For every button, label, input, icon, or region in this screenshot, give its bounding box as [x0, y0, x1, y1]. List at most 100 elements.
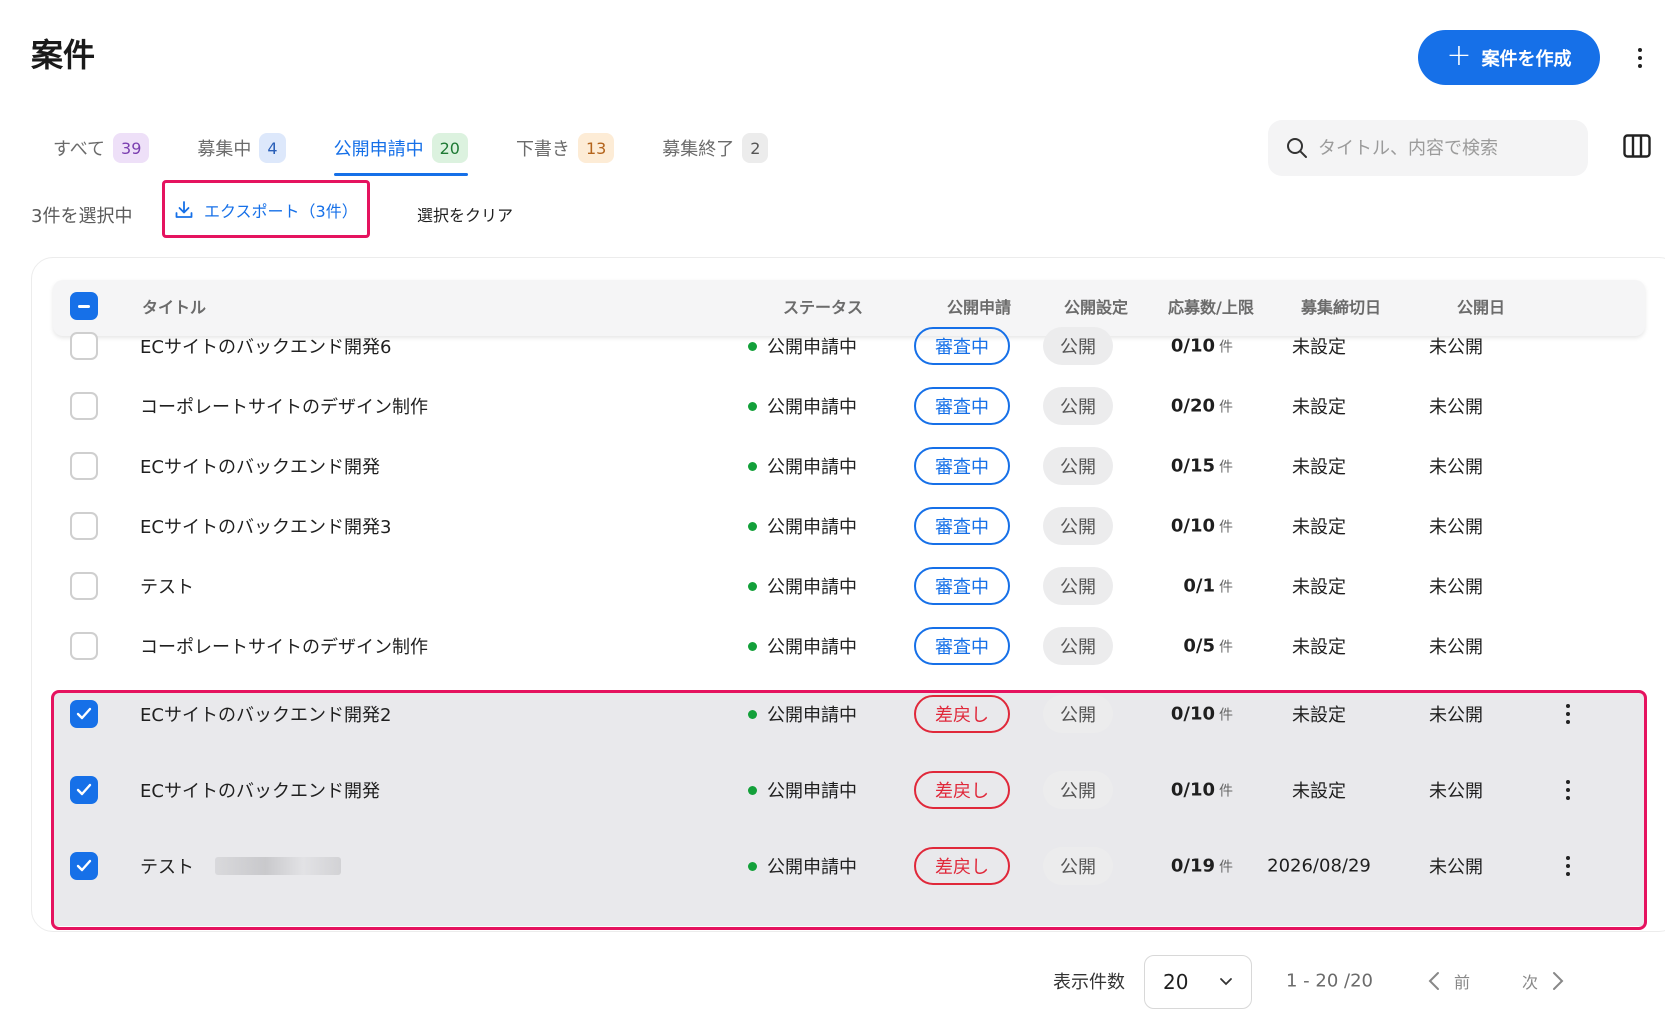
row-checkbox[interactable]	[70, 512, 98, 540]
row-status-label: 公開申請中	[767, 397, 857, 418]
status-dot-icon	[748, 581, 757, 591]
row-title[interactable]: ECサイトのバックエンド開発3	[140, 513, 391, 539]
header-publish-setting[interactable]: 公開設定	[1064, 294, 1128, 318]
plus-icon: +	[1446, 38, 1472, 73]
applications-unit: 件	[1219, 519, 1233, 536]
row-checkbox[interactable]	[70, 392, 98, 420]
export-label: エクスポート（3件）	[204, 202, 358, 221]
row-status: 公開申請中	[748, 573, 857, 599]
download-icon	[175, 201, 193, 218]
search-input[interactable]	[1318, 137, 1578, 159]
chevron-right-icon	[1553, 972, 1564, 990]
header-publish-date[interactable]: 公開日	[1457, 294, 1505, 318]
tab-label: すべて	[53, 139, 106, 160]
row-status: 公開申請中	[748, 513, 857, 539]
tab-count-badge: 2	[742, 133, 769, 163]
per-page-value: 20	[1163, 970, 1189, 994]
next-page-button[interactable]: 次	[1522, 969, 1564, 993]
applications-unit: 件	[1219, 459, 1233, 476]
search-box[interactable]	[1268, 120, 1588, 176]
prev-label: 前	[1454, 973, 1471, 992]
row-title[interactable]: ECサイトのバックエンド開発	[140, 453, 380, 479]
status-dot-icon	[748, 401, 757, 411]
row-publish-date: 未公開	[1429, 577, 1483, 598]
applications-unit: 件	[1219, 639, 1233, 656]
row-status: 公開申請中	[748, 453, 857, 479]
tab-label: 募集中	[197, 139, 252, 160]
publish-setting-badge: 公開	[1043, 447, 1113, 485]
row-checkbox[interactable]	[70, 632, 98, 660]
status-dot-icon	[748, 641, 757, 651]
selected-rows-highlight	[51, 690, 1647, 930]
row-publish-date: 未公開	[1429, 337, 1483, 358]
header-status[interactable]: ステータス	[783, 294, 863, 318]
page-range: 1 - 20 /20	[1286, 970, 1373, 992]
prev-page-button[interactable]: 前	[1428, 969, 1470, 993]
row-checkbox[interactable]	[70, 332, 98, 360]
header-title[interactable]: タイトル	[142, 294, 206, 318]
applications-value: 0/15	[1170, 455, 1215, 477]
applications-unit: 件	[1219, 579, 1233, 596]
tab-label: 下書き	[515, 139, 570, 160]
export-button[interactable]: エクスポート（3件）	[174, 198, 358, 222]
page-title: 案件	[31, 36, 96, 74]
create-project-button[interactable]: + 案件を作成	[1418, 30, 1600, 85]
row-applications: 0/1 件	[1183, 576, 1233, 597]
row-status: 公開申請中	[748, 633, 857, 659]
row-publish-date: 未公開	[1429, 457, 1483, 478]
row-status-label: 公開申請中	[767, 577, 857, 598]
tab-2[interactable]: 公開申請中 20	[333, 128, 469, 176]
per-page-select[interactable]: 20	[1144, 955, 1252, 1009]
row-status-label: 公開申請中	[767, 457, 857, 478]
applications-value: 0/10	[1170, 335, 1215, 357]
request-badge: 審査中	[914, 627, 1010, 665]
tab-0[interactable]: すべて 39	[53, 128, 150, 168]
header-deadline[interactable]: 募集締切日	[1301, 294, 1381, 318]
select-all-checkbox[interactable]	[70, 292, 98, 320]
row-applications: 0/20 件	[1171, 396, 1233, 417]
status-tabs: すべて 39 募集中 4 公開申請中 20 下書き 13 募集終了 2	[53, 128, 769, 176]
row-deadline: 未設定	[1292, 517, 1346, 538]
chevron-left-icon	[1428, 972, 1439, 990]
tab-label: 公開申請中	[333, 139, 424, 160]
columns-icon[interactable]	[1623, 134, 1651, 158]
row-deadline: 未設定	[1292, 577, 1346, 598]
row-checkbox[interactable]	[70, 452, 98, 480]
next-label: 次	[1522, 973, 1539, 992]
publish-setting-badge: 公開	[1043, 507, 1113, 545]
header-applications[interactable]: 応募数/上限	[1168, 294, 1254, 318]
applications-value: 0/5	[1183, 635, 1215, 657]
applications-value: 0/20	[1170, 395, 1215, 417]
status-dot-icon	[748, 461, 757, 471]
row-title[interactable]: コーポレートサイトのデザイン制作	[140, 393, 428, 419]
row-applications: 0/15 件	[1171, 456, 1233, 477]
row-applications: 0/5 件	[1183, 636, 1233, 657]
tab-3[interactable]: 下書き 13	[515, 128, 615, 168]
request-badge: 審査中	[914, 447, 1010, 485]
row-publish-date: 未公開	[1429, 397, 1483, 418]
applications-value: 0/10	[1170, 515, 1215, 537]
more-options-icon[interactable]	[1627, 44, 1653, 72]
tab-1[interactable]: 募集中 4	[197, 128, 286, 168]
request-badge: 審査中	[914, 507, 1010, 545]
row-title[interactable]: テスト	[140, 573, 194, 599]
row-applications: 0/10 件	[1171, 516, 1233, 537]
row-status: 公開申請中	[748, 393, 857, 419]
clear-selection-button[interactable]: 選択をクリア	[417, 202, 513, 226]
row-title[interactable]: コーポレートサイトのデザイン制作	[140, 633, 428, 659]
search-icon	[1287, 138, 1307, 158]
publish-setting-badge: 公開	[1043, 627, 1113, 665]
row-title[interactable]: ECサイトのバックエンド開発6	[140, 333, 391, 359]
status-dot-icon	[748, 341, 757, 351]
applications-unit: 件	[1219, 399, 1233, 416]
header-publish-request[interactable]: 公開申請	[947, 294, 1011, 318]
applications-unit: 件	[1219, 339, 1233, 356]
row-publish-date: 未公開	[1429, 517, 1483, 538]
request-badge: 審査中	[914, 387, 1010, 425]
row-checkbox[interactable]	[70, 572, 98, 600]
tab-count-badge: 4	[259, 133, 286, 163]
row-deadline: 未設定	[1292, 337, 1346, 358]
publish-setting-badge: 公開	[1043, 387, 1113, 425]
row-status-label: 公開申請中	[767, 517, 857, 538]
tab-4[interactable]: 募集終了 2	[662, 128, 769, 168]
